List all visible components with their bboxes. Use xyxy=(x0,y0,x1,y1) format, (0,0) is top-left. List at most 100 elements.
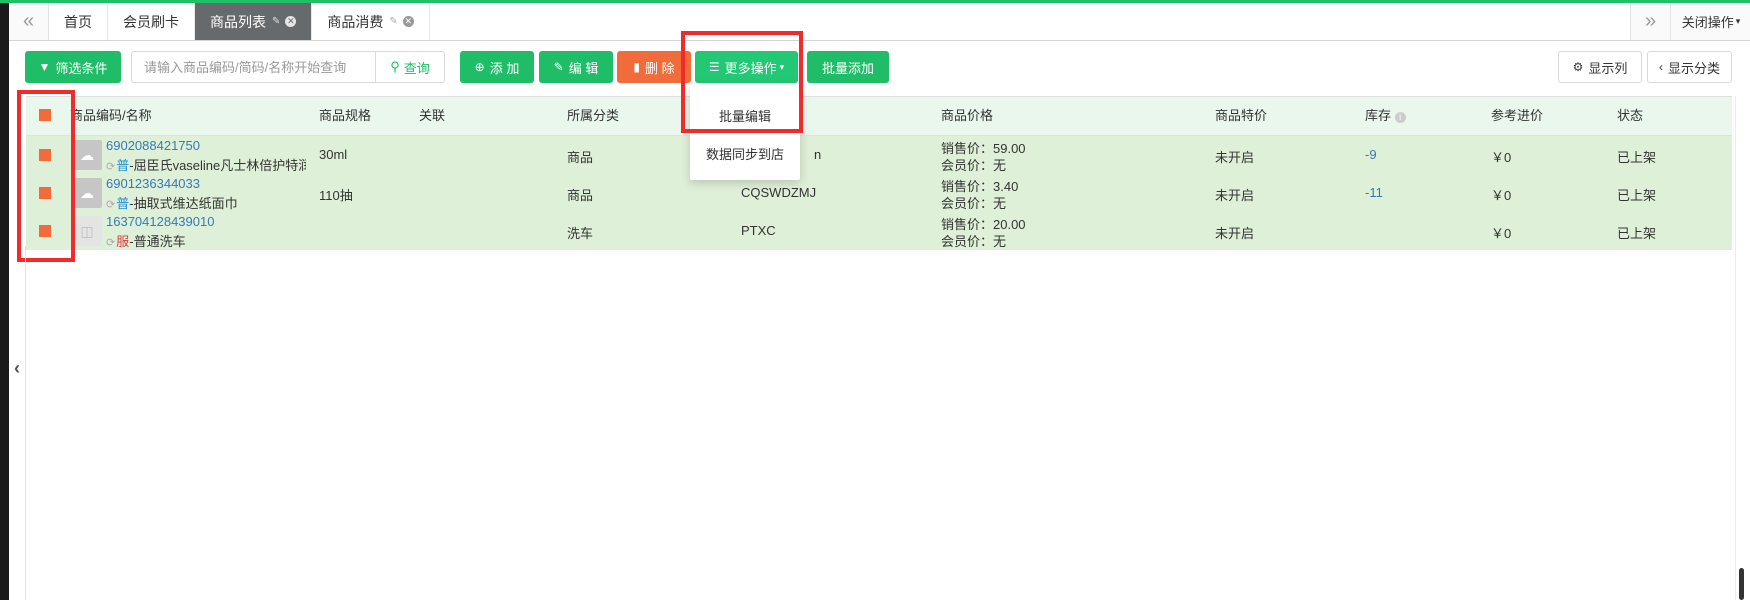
batch-add-button[interactable]: 批量添加 xyxy=(807,51,889,83)
delete-label: 删 除 xyxy=(644,60,675,76)
pin-icon[interactable]: ✎ xyxy=(389,16,397,27)
product-short-code: n xyxy=(814,147,822,162)
header-category[interactable]: 所属分类 xyxy=(567,97,619,135)
tab-label: 首页 xyxy=(64,13,92,30)
annotation-box-checkboxes xyxy=(17,90,75,262)
product-code[interactable]: 6902088421750 xyxy=(106,138,200,153)
tab-product-list[interactable]: 商品列表 ✎ ✕ xyxy=(195,3,313,40)
stock-value[interactable]: -9 xyxy=(1365,147,1377,162)
delete-button[interactable]: ▮ 删 除 xyxy=(617,51,691,83)
tab-product-consume[interactable]: 商品消费 ✎ ✕ xyxy=(312,3,430,40)
status-value: 已上架 xyxy=(1617,226,1657,241)
close-tab-icon[interactable]: ✕ xyxy=(402,16,414,27)
close-tab-icon[interactable]: ✕ xyxy=(285,16,297,27)
member-price: 会员价：无 xyxy=(941,234,1007,249)
product-category: 洗车 xyxy=(567,226,594,241)
product-name: ⟳服-普通洗车 xyxy=(106,231,186,250)
header-stock[interactable]: 库存 i xyxy=(1365,97,1406,135)
tab-label: 商品列表 xyxy=(210,13,266,30)
caret-down-icon: ▾ xyxy=(1735,16,1741,26)
filter-label: 筛选条件 xyxy=(55,60,108,76)
special-status: 未开启 xyxy=(1215,188,1255,203)
header-price[interactable]: 商品价格 xyxy=(941,97,993,135)
header-link[interactable]: 关联 xyxy=(419,97,445,135)
add-button[interactable]: ⊕ 添 加 xyxy=(460,51,534,83)
header-spec[interactable]: 商品规格 xyxy=(319,97,371,135)
status-value: 已上架 xyxy=(1617,150,1657,165)
search-button[interactable]: ⚲ 查询 xyxy=(375,51,445,83)
chevron-left-icon[interactable]: ‹ xyxy=(14,358,20,379)
chevron-left-icon: ‹ xyxy=(1658,60,1663,74)
close-operations-label: 关闭操作 xyxy=(1681,15,1734,30)
tab-label: 商品消费 xyxy=(327,13,384,30)
special-status: 未开启 xyxy=(1215,226,1255,241)
product-type-tag: 普 xyxy=(116,196,130,211)
product-type-tag: 服 xyxy=(116,234,130,249)
edit-button[interactable]: ✎ 编 辑 xyxy=(539,51,613,83)
product-name: ⟳普-屈臣氏vaseline凡士林倍护特润 xyxy=(106,155,306,174)
tab-member-card[interactable]: 会员刷卡 xyxy=(108,3,195,40)
content-left-border xyxy=(25,246,26,600)
scrollbar-track xyxy=(1735,96,1736,600)
header-special[interactable]: 商品特价 xyxy=(1215,97,1267,135)
status-value: 已上架 xyxy=(1617,188,1657,203)
search-input[interactable] xyxy=(131,51,375,83)
product-category: 商品 xyxy=(567,188,594,203)
product-code[interactable]: 6901236344033 xyxy=(106,176,200,191)
menu-item-sync-to-store[interactable]: 数据同步到店 xyxy=(690,144,800,163)
stock-value[interactable]: -11 xyxy=(1365,185,1383,200)
cost-price: ￥0 xyxy=(1491,226,1512,241)
gear-icon: ⚙ xyxy=(1572,60,1584,74)
product-image-icon: ☁ xyxy=(72,178,102,208)
table-row[interactable]: ◫ 163704128439010 ⟳服-普通洗车 洗车 PTXC 销售价：20… xyxy=(26,212,1732,250)
table-row[interactable]: ☁ 6901236344033 ⟳普-抽取式维达纸面巾 110抽 商品 CQSW… xyxy=(26,174,1732,212)
show-columns-button[interactable]: ⚙ 显示列 xyxy=(1558,51,1642,83)
product-spec: 30ml xyxy=(319,147,348,162)
filter-icon: ▼ xyxy=(38,60,51,74)
product-short-code: CQSWDZMJ xyxy=(741,185,817,200)
show-category-label: 显示分类 xyxy=(1667,60,1720,76)
product-spec: 110抽 xyxy=(319,188,353,203)
pin-icon[interactable]: ✎ xyxy=(272,16,280,27)
sync-icon: ⟳ xyxy=(106,237,116,249)
product-name-text: -普通洗车 xyxy=(129,234,186,249)
tab-scroll-right-icon[interactable]: » xyxy=(1630,3,1670,40)
product-table: 商品编码/名称 商品规格 关联 所属分类 商品价格 商品特价 库存 i 参考进价… xyxy=(26,96,1732,250)
edit-icon: ✎ xyxy=(553,60,564,74)
info-icon[interactable]: i xyxy=(1394,112,1406,123)
edit-label: 编 辑 xyxy=(568,60,599,76)
cost-price: ￥0 xyxy=(1491,188,1512,203)
product-image-icon: ☁ xyxy=(72,140,102,170)
cost-price: ￥0 xyxy=(1491,150,1512,165)
scrollbar-thumb[interactable] xyxy=(1739,568,1744,600)
plus-circle-icon: ⊕ xyxy=(474,60,485,74)
product-image-icon: ◫ xyxy=(72,216,102,246)
header-status[interactable]: 状态 xyxy=(1617,97,1643,135)
tab-scroll-left-icon[interactable]: « xyxy=(9,3,49,40)
table-header: 商品编码/名称 商品规格 关联 所属分类 商品价格 商品特价 库存 i 参考进价… xyxy=(26,96,1732,136)
show-columns-label: 显示列 xyxy=(1588,60,1628,76)
filter-button[interactable]: ▼ 筛选条件 xyxy=(25,51,121,83)
product-type-tag: 普 xyxy=(116,158,130,173)
left-dark-strip xyxy=(0,3,9,600)
member-price: 会员价：无 xyxy=(941,196,1007,211)
search-icon: ⚲ xyxy=(390,59,400,74)
table-row[interactable]: ☁ 6902088421750 ⟳普-屈臣氏vaseline凡士林倍护特润 30… xyxy=(26,136,1732,174)
show-category-button[interactable]: ‹ 显示分类 xyxy=(1647,51,1732,83)
header-code-name[interactable]: 商品编码/名称 xyxy=(70,97,152,135)
tab-label: 会员刷卡 xyxy=(123,13,179,30)
special-status: 未开启 xyxy=(1215,150,1255,165)
product-name-text: -抽取式维达纸面巾 xyxy=(129,196,238,211)
sync-icon: ⟳ xyxy=(106,199,116,211)
search-label: 查询 xyxy=(403,60,430,76)
tab-home[interactable]: 首页 xyxy=(49,3,108,40)
trash-icon: ▮ xyxy=(633,60,640,74)
sync-icon: ⟳ xyxy=(106,161,116,173)
product-name-text: -屈臣氏vaseline凡士林倍护特润 xyxy=(129,158,306,173)
product-code[interactable]: 163704128439010 xyxy=(106,214,214,229)
header-stock-label: 库存 xyxy=(1365,108,1392,123)
close-operations-button[interactable]: 关闭操作 ▾ xyxy=(1670,3,1750,40)
header-cost[interactable]: 参考进价 xyxy=(1491,97,1543,135)
batch-add-label: 批量添加 xyxy=(821,60,874,76)
add-label: 添 加 xyxy=(489,60,520,76)
